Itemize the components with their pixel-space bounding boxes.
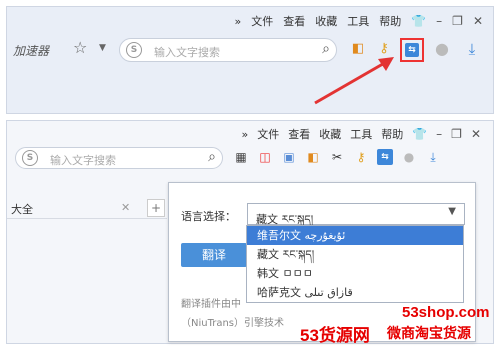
reader-icon[interactable]: ▣ [281, 149, 297, 165]
new-tab-button[interactable]: + [147, 199, 165, 217]
search-placeholder: 输入文字搜索 [154, 46, 220, 59]
watermark-sub: 微商淘宝货源 [387, 325, 471, 341]
minimize-icon[interactable]: – [436, 127, 442, 141]
skin-icon[interactable]: 👕 [411, 14, 426, 28]
tab-daquan[interactable]: 大全 [11, 201, 33, 217]
engine-credit: （NiuTrans）引擎技术 [181, 318, 285, 329]
menu-help[interactable]: 帮助 [381, 126, 403, 142]
language-option-tibetan[interactable]: 藏文 རང་སྐད། [247, 245, 463, 264]
translate-button[interactable]: 翻译 [181, 243, 247, 267]
more-icon[interactable]: ● [433, 40, 451, 58]
language-option-uyghur[interactable]: 维吾尔文 ئۇيغۇرچە [247, 226, 463, 245]
menu-help[interactable]: 帮助 [379, 13, 401, 29]
plugin-credit: 翻译插件由中 [181, 299, 241, 310]
menu-file[interactable]: 文件 [251, 13, 273, 29]
search-engine-icon[interactable]: S [126, 42, 142, 58]
language-select[interactable]: 藏文 རང་སྐད། ▼ [247, 203, 465, 226]
chevron-down-icon[interactable]: ▼ [99, 43, 106, 53]
more-icon[interactable]: ● [401, 149, 417, 165]
note-icon[interactable]: ◫ [257, 149, 273, 165]
tab-close-icon[interactable]: ✕ [121, 201, 130, 214]
watermark-domain: 53shop.com [402, 304, 490, 321]
download-icon[interactable]: ⤓ [463, 40, 481, 58]
search-icon[interactable]: ⌕ [208, 149, 216, 165]
tab-strip: 大全 ✕ + [7, 199, 167, 219]
top-toolbar: 加速器 ☆ ▼ S 输入文字搜索 ⌕ ◧ ⚷ ⇆ ● ⤓ [7, 35, 493, 65]
skin-icon[interactable]: 👕 [412, 127, 427, 141]
scissors-icon[interactable]: ✂ [329, 149, 345, 165]
chevron-down-icon[interactable]: ▼ [448, 206, 456, 217]
menu-more[interactable]: » [234, 15, 241, 28]
annotation-arrow [314, 57, 394, 105]
menu-more[interactable]: » [241, 128, 248, 141]
search-placeholder: 输入文字搜索 [50, 154, 116, 167]
bookmark-icon[interactable]: ◧ [305, 149, 321, 165]
download-icon[interactable]: ⤓ [425, 149, 441, 165]
key-icon[interactable]: ⚷ [353, 149, 369, 165]
top-menubar: » 文件 查看 收藏 工具 帮助 👕 – ❐ ✕ [234, 11, 483, 31]
star-icon[interactable]: ☆ [73, 38, 87, 57]
language-label: 语言选择： [181, 210, 236, 223]
menu-tools[interactable]: 工具 [347, 13, 369, 29]
close-icon[interactable]: ✕ [471, 127, 481, 141]
language-option-kazakh[interactable]: 哈萨克文 قازاق تىلى [247, 283, 463, 302]
menu-tools[interactable]: 工具 [350, 126, 372, 142]
language-option-korean[interactable]: 韩文 ㅁㅁㅁ [247, 264, 463, 283]
accelerator-label[interactable]: 加速器 [13, 42, 49, 59]
bottom-menubar: » 文件 查看 收藏 工具 帮助 👕 – ❐ ✕ [241, 125, 481, 143]
close-icon[interactable]: ✕ [473, 14, 483, 28]
top-browser-window: » 文件 查看 收藏 工具 帮助 👕 – ❐ ✕ 加速器 ☆ ▼ S 输入文字搜… [6, 6, 494, 114]
language-dropdown: 维吾尔文 ئۇيغۇرچە 藏文 རང་སྐད། 韩文 ㅁㅁㅁ 哈萨克文 قاز… [246, 225, 464, 303]
menu-view[interactable]: 查看 [288, 126, 310, 142]
menu-file[interactable]: 文件 [257, 126, 279, 142]
menu-view[interactable]: 查看 [283, 13, 305, 29]
search-input[interactable]: S 输入文字搜索 ⌕ [15, 147, 223, 169]
watermark-brand: 53货源网 [300, 326, 370, 345]
menu-favorites[interactable]: 收藏 [319, 126, 341, 142]
screenshot-icon[interactable]: ▦ [233, 149, 249, 165]
restore-icon[interactable]: ❐ [451, 127, 462, 141]
translate-icon[interactable]: ⇆ [377, 149, 393, 165]
minimize-icon[interactable]: – [436, 14, 442, 28]
search-engine-icon[interactable]: S [22, 150, 38, 166]
restore-icon[interactable]: ❐ [452, 14, 463, 28]
menu-favorites[interactable]: 收藏 [315, 13, 337, 29]
bottom-toolbar-icons: ▦ ◫ ▣ ◧ ✂ ⚷ ⇆ ● ⤓ [233, 149, 441, 165]
